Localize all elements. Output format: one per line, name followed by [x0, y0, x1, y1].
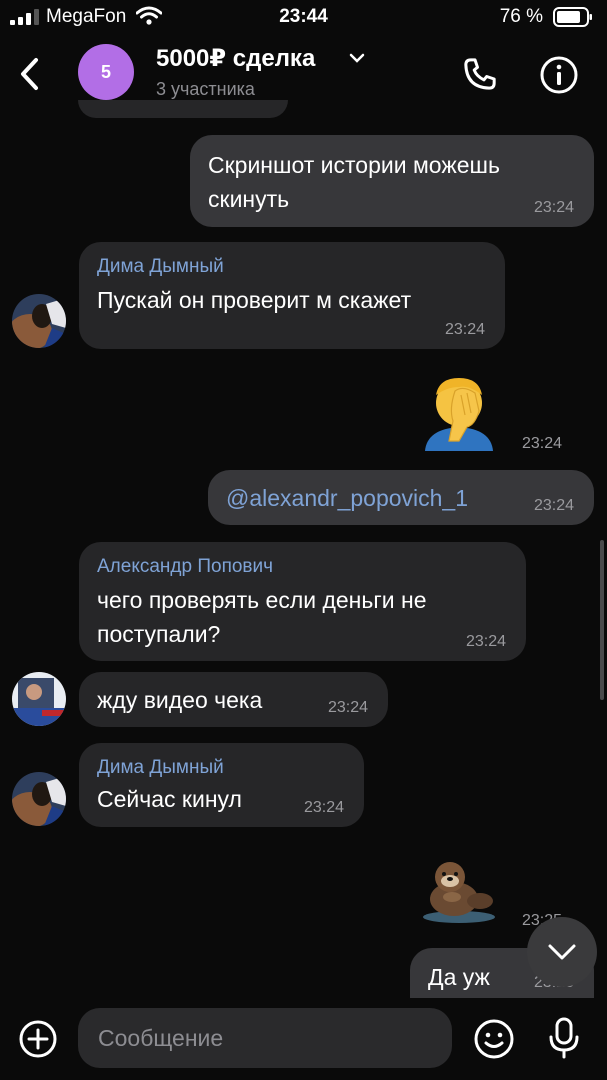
chevron-down-icon: [548, 944, 576, 960]
message-bubble-incoming[interactable]: жду видео чека 23:24: [79, 672, 388, 727]
message-bubble-outgoing[interactable]: @alexandr_popovich_1 23:24: [208, 470, 594, 525]
plus-circle-icon[interactable]: [18, 1019, 58, 1059]
message-text: Пускай он проверит м скажет: [97, 287, 412, 313]
avatar-dima[interactable]: [12, 772, 66, 826]
message-time: 23:24: [533, 199, 574, 216]
message-time: 23:24: [444, 321, 485, 338]
battery-icon: [553, 7, 592, 27]
back-chevron-icon[interactable]: [14, 54, 46, 94]
message-bubble-partial: [78, 100, 288, 118]
message-time: 23:24: [522, 435, 563, 452]
avatar-alexandr[interactable]: [12, 672, 66, 726]
scroll-to-bottom-button[interactable]: [527, 917, 597, 987]
otter-sticker[interactable]: [418, 855, 500, 925]
scrollbar[interactable]: [600, 540, 604, 700]
facepalm-emoji[interactable]: [419, 371, 499, 451]
microphone-icon[interactable]: [546, 1016, 582, 1060]
message-time: 23:24: [533, 497, 574, 514]
sender-name[interactable]: Александр Попович: [97, 556, 273, 578]
participants-count: 3 участника: [156, 79, 255, 99]
phone-icon[interactable]: [460, 54, 500, 94]
message-bubble-incoming[interactable]: Дима Дымный Пускай он проверит м скажет …: [79, 242, 505, 349]
chat-title[interactable]: 5000₽ сделка: [156, 44, 315, 73]
chat-avatar[interactable]: 5: [78, 44, 134, 100]
message-bubble-incoming[interactable]: Дима Дымный Сейчас кинул 23:24: [79, 743, 364, 827]
avatar-dima[interactable]: [12, 294, 66, 348]
message-input[interactable]: [78, 1008, 452, 1068]
message-time: 23:24: [327, 699, 368, 716]
sender-name[interactable]: Дима Дымный: [97, 256, 224, 278]
message-text: Скриншот истории можешь скинуть: [208, 152, 500, 212]
status-bar: MegaFon 23:44 76 %: [0, 0, 607, 34]
message-bubble-outgoing[interactable]: Скриншот истории можешь скинуть 23:24: [190, 135, 594, 227]
mention-link[interactable]: @alexandr_popovich_1: [226, 481, 468, 515]
emoji-icon[interactable]: [473, 1018, 515, 1060]
info-icon[interactable]: [538, 54, 580, 96]
message-time: 23:24: [465, 633, 506, 650]
sender-name[interactable]: Дима Дымный: [97, 757, 224, 779]
message-text: Да уж: [428, 964, 490, 990]
battery-percent: 76 %: [499, 6, 543, 27]
message-bubble-incoming[interactable]: Александр Попович чего проверять если де…: [79, 542, 526, 661]
message-time: 23:24: [303, 799, 344, 816]
chevron-down-icon[interactable]: [348, 52, 366, 66]
message-text: чего проверять если деньги не поступали?: [97, 587, 427, 647]
message-composer: [0, 998, 607, 1080]
message-text: жду видео чека: [97, 687, 263, 713]
message-text: Сейчас кинул: [97, 786, 242, 812]
